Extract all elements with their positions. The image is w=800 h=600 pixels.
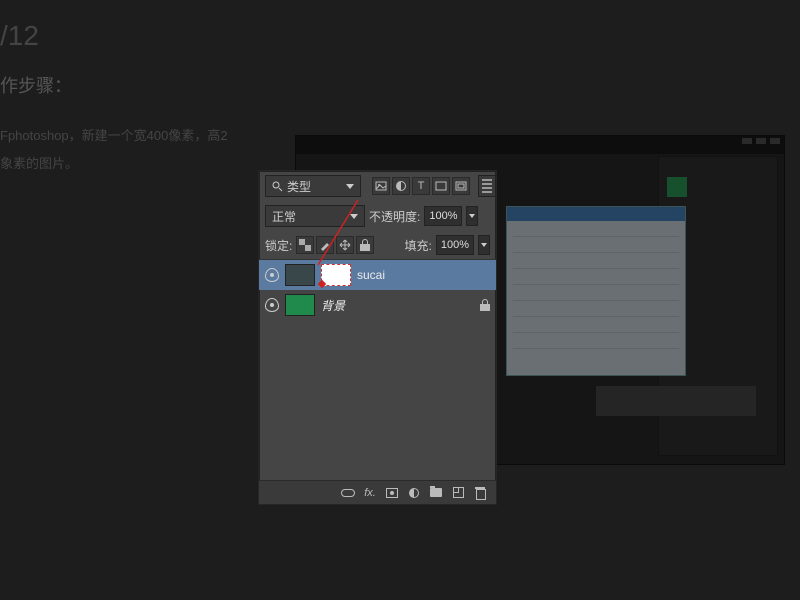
layers-footer: fx.	[259, 480, 496, 504]
fill-slider-toggle[interactable]	[478, 235, 490, 255]
blend-row: 正常 不透明度: 100%	[259, 201, 496, 231]
delete-layer-icon[interactable]	[472, 486, 488, 500]
fill-label: 填充:	[405, 237, 432, 254]
blend-mode-label: 正常	[272, 208, 296, 225]
titlebar	[296, 136, 784, 154]
filter-type-dropdown[interactable]: 类型	[265, 175, 361, 197]
layer-thumbnail[interactable]	[285, 264, 315, 286]
filter-type-label: 类型	[287, 178, 311, 195]
lock-position-icon[interactable]	[336, 236, 354, 254]
article-background: /12 作步骤： Fphotoshop，新建一个宽400像素，高2 象素的图片。	[0, 0, 228, 178]
layer-mask-thumbnail[interactable]	[321, 264, 351, 286]
new-layer-icon[interactable]	[450, 486, 466, 500]
step-number: /12	[0, 20, 228, 52]
fill-input[interactable]: 100%	[436, 235, 474, 255]
opacity-slider-toggle[interactable]	[466, 206, 478, 226]
annotation-diamond-icon	[318, 280, 326, 288]
new-doc-dialog	[506, 206, 686, 376]
chevron-down-icon	[469, 214, 475, 218]
filter-adjust-icon[interactable]	[392, 177, 410, 195]
step-title: 作步骤：	[0, 72, 228, 98]
lock-row: 锁定: 填充: 100%	[259, 231, 496, 260]
body-line: 象素的图片。	[0, 150, 228, 178]
layers-panel: 类型 T 正常 不透明度: 100% 锁定: 填充:	[258, 170, 497, 505]
blend-mode-dropdown[interactable]: 正常	[265, 205, 365, 227]
color-swatch	[667, 177, 687, 197]
layer-name[interactable]: 背景	[321, 297, 345, 314]
search-icon	[272, 181, 283, 192]
lock-label: 锁定:	[265, 237, 292, 254]
bg-strip	[596, 386, 756, 416]
chevron-down-icon	[346, 184, 354, 189]
filter-shape-icon[interactable]	[432, 177, 450, 195]
layer-fx-icon[interactable]: fx.	[362, 486, 378, 500]
lock-all-icon[interactable]	[356, 236, 374, 254]
chevron-down-icon	[481, 243, 487, 247]
opacity-value: 100%	[429, 210, 457, 222]
chevron-down-icon	[350, 214, 358, 219]
body-line: Fphotoshop，新建一个宽400像素，高2	[0, 122, 228, 150]
visibility-icon[interactable]	[265, 298, 279, 312]
new-group-icon[interactable]	[428, 486, 444, 500]
filter-text-icon[interactable]: T	[412, 177, 430, 195]
layer-thumbnail[interactable]	[285, 294, 315, 316]
panel-menu-icon[interactable]	[478, 175, 496, 197]
lock-buttons	[296, 236, 374, 254]
opacity-input[interactable]: 100%	[424, 206, 462, 226]
layer-name[interactable]: sucai	[357, 268, 385, 282]
filter-icon-row: T	[372, 177, 470, 195]
opacity-label: 不透明度:	[369, 208, 420, 225]
filter-smart-icon[interactable]	[452, 177, 470, 195]
lock-transparency-icon[interactable]	[296, 236, 314, 254]
step-body: Fphotoshop，新建一个宽400像素，高2 象素的图片。	[0, 122, 228, 178]
new-adjustment-icon[interactable]	[406, 486, 422, 500]
layer-row-background[interactable]: 背景	[259, 290, 496, 320]
layer-row-sucai[interactable]: sucai	[259, 260, 496, 290]
link-layers-icon[interactable]	[340, 486, 356, 500]
visibility-icon[interactable]	[265, 268, 279, 282]
fill-value: 100%	[441, 239, 469, 251]
filter-row: 类型 T	[259, 171, 496, 201]
filter-pixel-icon[interactable]	[372, 177, 390, 195]
lock-paint-icon[interactable]	[316, 236, 334, 254]
lock-icon	[480, 299, 490, 311]
add-mask-icon[interactable]	[384, 486, 400, 500]
